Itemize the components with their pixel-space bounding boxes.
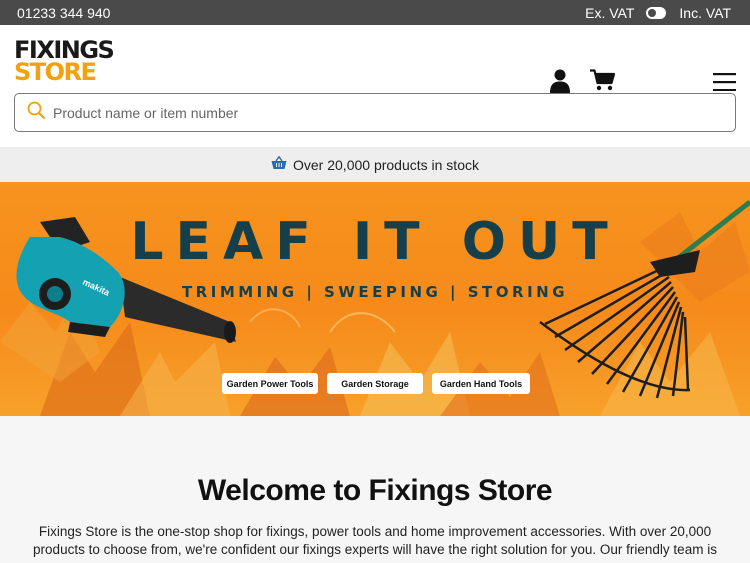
phone-link[interactable]: 01233 344 940 (17, 5, 110, 21)
logo-line-store: STORE (14, 58, 97, 86)
welcome-body: Fixings Store is the one-stop shop for f… (33, 524, 717, 557)
promo-banner[interactable]: makita LEAF IT OUT TRIMMING | SWEEPING |… (0, 182, 750, 416)
stock-notice-bar: Over 20,000 products in stock (0, 147, 750, 182)
garden-power-tools-button[interactable]: Garden Power Tools (222, 373, 318, 394)
search-input[interactable] (53, 104, 693, 121)
stock-text: Over 20,000 products in stock (293, 156, 479, 173)
garden-storage-button[interactable]: Garden Storage (327, 373, 423, 394)
vat-ex-label: Ex. VAT (585, 4, 635, 21)
welcome-heading: Welcome to Fixings Store (197, 474, 553, 507)
basket-icon (271, 155, 287, 173)
garden-hand-tools-button[interactable]: Garden Hand Tools (432, 373, 530, 394)
vat-switch[interactable]: Ex. VAT Inc. VAT (585, 5, 731, 21)
toggle-knob (648, 8, 657, 17)
fixings-store-logo[interactable]: FIXINGS STORE (14, 38, 115, 86)
search-icon[interactable] (27, 101, 45, 124)
banner-subtitle: TRIMMING | SWEEPING | STORING (181, 283, 569, 301)
cart-icon[interactable] (590, 69, 616, 96)
vat-toggle[interactable] (646, 6, 667, 19)
site-header: FIXINGS STORE (0, 25, 750, 147)
vat-inc-label: Inc. VAT (679, 4, 731, 21)
search-bar (14, 93, 736, 132)
banner-title: LEAF IT OUT (130, 212, 620, 272)
top-bar: 01233 344 940 Ex. VAT Inc. VAT (0, 0, 750, 25)
welcome-section: Welcome to Fixings Store Fixings Store i… (0, 416, 750, 563)
